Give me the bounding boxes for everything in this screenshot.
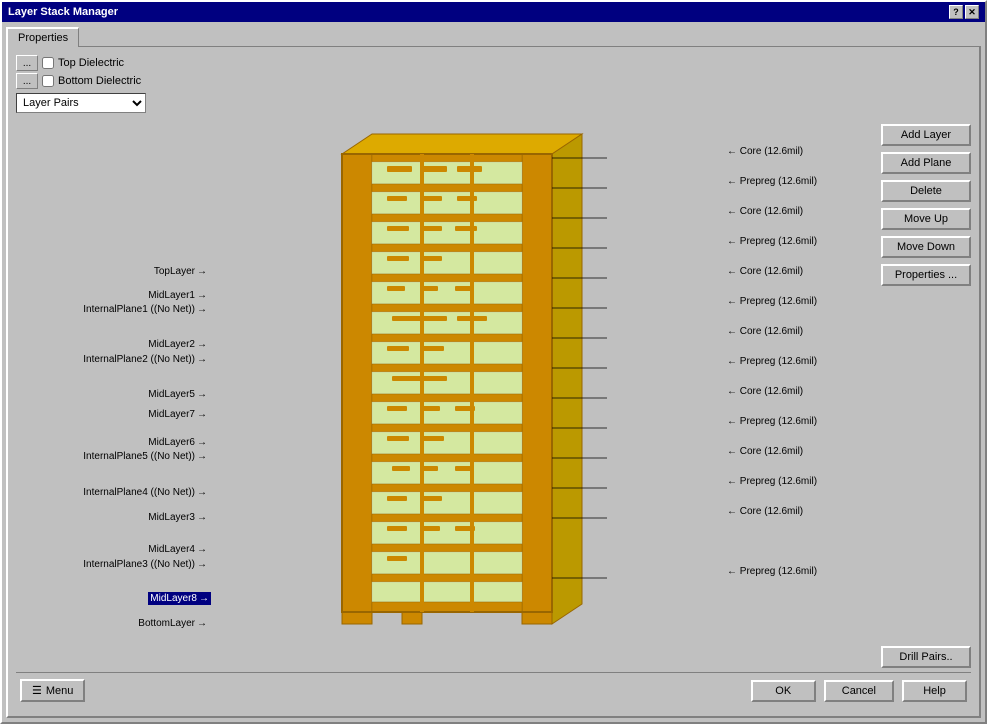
menu-button[interactable]: ☰ Menu	[20, 679, 85, 702]
right-label-core7: ← Core (12.6mil)	[727, 506, 803, 517]
right-buttons: Add Layer Add Plane Delete Move Up Move …	[881, 119, 971, 668]
layer-internalplane3[interactable]: InternalPlane3 ((No Net)) →	[83, 559, 211, 570]
right-label-core6: ← Core (12.6mil)	[727, 446, 803, 457]
tab-bar: Properties	[6, 26, 981, 46]
right-label-prepreg3: ← Prepreg (12.6mil)	[727, 296, 817, 307]
right-label-core3: ← Core (12.6mil)	[727, 266, 803, 277]
right-label-core4: ← Core (12.6mil)	[727, 326, 803, 337]
footer-left: ☰ Menu	[20, 679, 85, 702]
layer-midlayer1[interactable]: MidLayer1 →	[148, 290, 211, 301]
top-dielectric-checkbox[interactable]	[42, 57, 54, 69]
body-section: TopLayer → MidLayer1 → InternalPlane1 ((…	[16, 119, 971, 668]
footer: ☰ Menu OK Cancel Help	[16, 672, 971, 708]
cancel-button[interactable]: Cancel	[824, 680, 894, 702]
top-dielectric-btn[interactable]: ...	[16, 55, 38, 71]
close-title-button[interactable]: ✕	[965, 5, 979, 19]
layer-midlayer7[interactable]: MidLayer7 →	[148, 409, 211, 420]
delete-button[interactable]: Delete	[881, 180, 971, 202]
right-label-prepreg7: ← Prepreg (12.6mil)	[727, 566, 817, 577]
right-label-prepreg2: ← Prepreg (12.6mil)	[727, 236, 817, 247]
properties-button[interactable]: Properties ...	[881, 264, 971, 286]
add-layer-button[interactable]: Add Layer	[881, 124, 971, 146]
layer-midlayer5[interactable]: MidLayer5 →	[148, 389, 211, 400]
right-label-prepreg4: ← Prepreg (12.6mil)	[727, 356, 817, 367]
top-dielectric-label: Top Dielectric	[58, 57, 124, 69]
pcb-stack-svg	[312, 124, 622, 634]
layer-midlayer2[interactable]: MidLayer2 →	[148, 339, 211, 350]
dropdown-row: Layer Pairs	[16, 93, 971, 113]
layer-toplayer[interactable]: TopLayer →	[154, 266, 211, 277]
layer-bottomlayer[interactable]: BottomLayer →	[138, 618, 211, 629]
pcb-visual	[219, 119, 715, 668]
top-controls: ... Top Dielectric ... Bottom Dielectric…	[16, 55, 971, 113]
drill-pairs-button[interactable]: Drill Pairs..	[881, 646, 971, 668]
move-up-button[interactable]: Move Up	[881, 208, 971, 230]
layer-midlayer3[interactable]: MidLayer3 →	[148, 512, 211, 523]
layer-internalplane1[interactable]: InternalPlane1 ((No Net)) →	[83, 304, 211, 315]
content-area: Properties ... Top Dielectric ... Bottom…	[2, 22, 985, 722]
layer-pairs-dropdown[interactable]: Layer Pairs	[16, 93, 146, 113]
help-title-button[interactable]: ?	[949, 5, 963, 19]
top-dielectric-row: ... Top Dielectric	[16, 55, 971, 71]
layer-midlayer6[interactable]: MidLayer6 →	[148, 437, 211, 448]
layer-internalplane5[interactable]: InternalPlane5 ((No Net)) →	[83, 451, 211, 462]
bottom-dielectric-checkbox[interactable]	[42, 75, 54, 87]
window-title: Layer Stack Manager	[8, 6, 118, 18]
ok-button[interactable]: OK	[751, 680, 816, 702]
move-down-button[interactable]: Move Down	[881, 236, 971, 258]
right-label-prepreg6: ← Prepreg (12.6mil)	[727, 476, 817, 487]
right-label-core1: ← Core (12.6mil)	[727, 146, 803, 157]
bottom-dielectric-row: ... Bottom Dielectric	[16, 73, 971, 89]
right-label-core2: ← Core (12.6mil)	[727, 206, 803, 217]
right-label-prepreg5: ← Prepreg (12.6mil)	[727, 416, 817, 427]
right-label-core5: ← Core (12.6mil)	[727, 386, 803, 397]
left-labels: TopLayer → MidLayer1 → InternalPlane1 ((…	[16, 119, 211, 629]
add-plane-button[interactable]: Add Plane	[881, 152, 971, 174]
layer-internalplane4[interactable]: InternalPlane4 ((No Net)) →	[83, 487, 211, 498]
layer-midlayer4[interactable]: MidLayer4 →	[148, 544, 211, 555]
bottom-dielectric-label: Bottom Dielectric	[58, 75, 141, 87]
right-label-prepreg1: ← Prepreg (12.6mil)	[727, 176, 817, 187]
title-bar-buttons: ? ✕	[949, 5, 979, 19]
layer-internalplane2[interactable]: InternalPlane2 ((No Net)) →	[83, 354, 211, 365]
tab-properties[interactable]: Properties	[6, 27, 79, 47]
title-bar: Layer Stack Manager ? ✕	[2, 2, 985, 22]
bottom-dielectric-btn[interactable]: ...	[16, 73, 38, 89]
right-labels: ← Core (12.6mil) ← Prepreg (12.6mil) ← C…	[723, 119, 873, 629]
footer-right: OK Cancel Help	[751, 680, 967, 702]
main-panel: ... Top Dielectric ... Bottom Dielectric…	[6, 46, 981, 718]
help-button[interactable]: Help	[902, 680, 967, 702]
layer-midlayer8[interactable]: MidLayer8 →	[148, 592, 211, 605]
main-window: Layer Stack Manager ? ✕ Properties ... T…	[0, 0, 987, 724]
menu-icon: ☰	[32, 684, 42, 697]
